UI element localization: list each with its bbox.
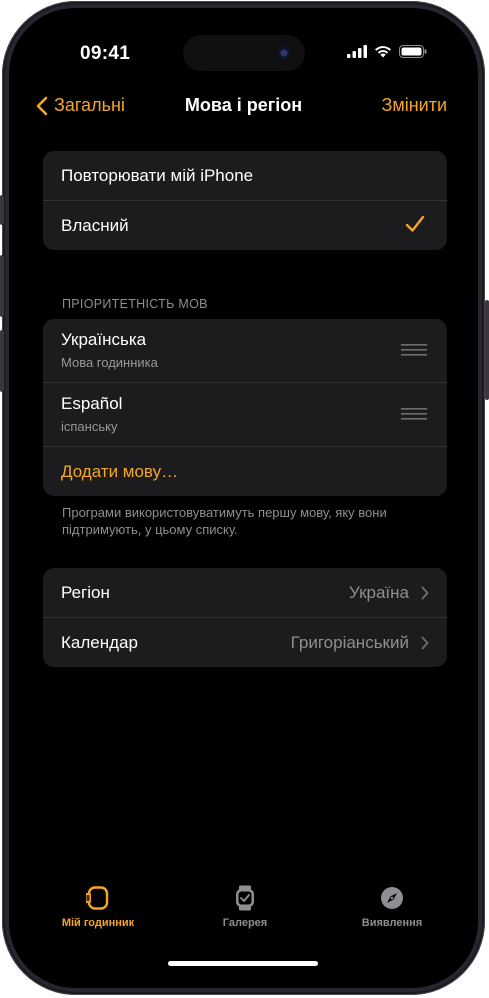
side-button xyxy=(485,300,489,400)
region-label: Регіон xyxy=(61,583,110,602)
chevron-right-icon xyxy=(421,636,429,650)
tab-label: Галерея xyxy=(222,917,268,929)
language-subtitle: іспанську xyxy=(61,419,118,434)
tab-label: Мій годинник xyxy=(61,917,135,929)
language-name: Українська xyxy=(61,330,147,349)
region-group: Регіон Україна Календар Григоріанський xyxy=(43,568,447,667)
edit-button[interactable]: Змінити xyxy=(381,95,447,116)
wifi-icon xyxy=(375,46,391,58)
checkmark-icon xyxy=(405,215,425,232)
volume-up-button xyxy=(0,255,4,317)
calendar-value: Григоріанський xyxy=(290,633,409,652)
chevron-left-icon xyxy=(36,96,48,115)
status-icons xyxy=(347,45,427,58)
home-indicator[interactable] xyxy=(168,961,318,966)
volume-down-button xyxy=(0,330,4,392)
calendar-label: Календар xyxy=(61,633,138,652)
language-row-spanish[interactable]: Español іспанську xyxy=(43,383,447,447)
cellular-signal-icon xyxy=(347,45,367,58)
chevron-right-icon xyxy=(421,586,429,600)
tab-discover[interactable]: Виявлення xyxy=(332,885,452,929)
reorder-handle-icon[interactable] xyxy=(401,408,427,420)
tab-bar: Мій годинник Галерея Виявлення xyxy=(18,885,469,945)
status-time: 09:41 xyxy=(80,43,131,64)
gallery-watch-icon xyxy=(236,885,254,911)
reorder-handle-icon[interactable] xyxy=(401,344,427,356)
battery-icon xyxy=(399,45,427,58)
watch-icon xyxy=(86,886,109,910)
option-mirror-iphone[interactable]: Повторювати мій iPhone xyxy=(43,151,447,201)
add-language-button[interactable]: Додати мову… xyxy=(43,447,447,496)
tab-label: Виявлення xyxy=(361,917,423,929)
option-label: Власний xyxy=(61,216,129,235)
action-button xyxy=(0,195,4,225)
region-row[interactable]: Регіон Україна xyxy=(43,568,447,618)
language-name: Español xyxy=(61,394,123,413)
navigation-bar: Загальні Мова і регіон Змінити xyxy=(18,89,469,125)
screen: 09:41 Загальні Мова і регіон Змінити Пов… xyxy=(18,17,469,979)
language-row-ukrainian[interactable]: Українська Мова годинника xyxy=(43,319,447,383)
language-priority-header: ПРІОРИТЕТНІСТЬ МОВ xyxy=(62,297,208,311)
language-mode-group: Повторювати мій iPhone Власний xyxy=(43,151,447,250)
back-button[interactable]: Загальні xyxy=(36,95,125,116)
language-footnote: Програми використовуватимуть першу мову,… xyxy=(62,505,387,537)
calendar-row[interactable]: Календар Григоріанський xyxy=(43,618,447,667)
compass-icon xyxy=(381,887,403,909)
option-custom[interactable]: Власний xyxy=(43,201,447,250)
language-priority-group: Українська Мова годинника Español іспанс… xyxy=(43,319,447,496)
back-label: Загальні xyxy=(54,95,125,115)
camera-icon xyxy=(277,46,291,60)
page-title: Мова і регіон xyxy=(184,95,303,115)
language-subtitle: Мова годинника xyxy=(61,355,158,370)
tab-gallery[interactable]: Галерея xyxy=(185,885,305,929)
tab-my-watch[interactable]: Мій годинник xyxy=(38,885,158,929)
dynamic-island xyxy=(183,35,305,71)
region-value: Україна xyxy=(349,583,409,602)
option-label: Повторювати мій iPhone xyxy=(61,166,254,185)
add-language-label: Додати мову… xyxy=(61,462,179,481)
